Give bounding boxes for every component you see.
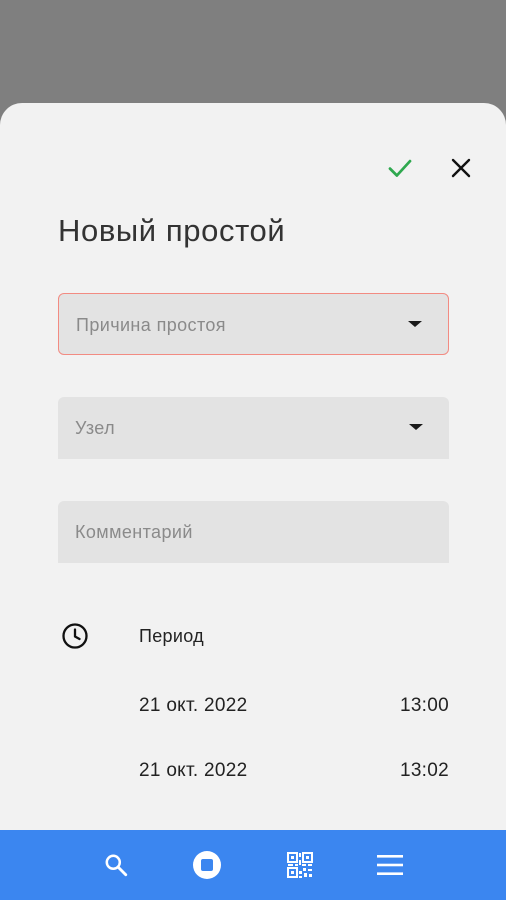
new-downtime-sheet: Новый простой Причина простоя Узел Комме… bbox=[0, 103, 506, 900]
node-label: Узел bbox=[75, 418, 115, 438]
check-icon bbox=[388, 159, 412, 177]
end-date[interactable]: 21 окт. 2022 bbox=[139, 759, 248, 783]
search-button[interactable] bbox=[94, 843, 138, 887]
node-select[interactable]: Узел bbox=[58, 397, 449, 459]
screen: Новый простой Причина простоя Узел Комме… bbox=[0, 0, 506, 900]
page-title: Новый простой bbox=[58, 213, 286, 248]
stop-icon bbox=[193, 851, 221, 879]
period-label: Период bbox=[139, 626, 204, 646]
confirm-button[interactable] bbox=[380, 148, 420, 188]
downtime-reason-label: Причина простоя bbox=[76, 315, 226, 335]
qr-scan-button[interactable] bbox=[278, 843, 322, 887]
menu-button[interactable] bbox=[368, 843, 412, 887]
dropdown-arrow-icon bbox=[409, 424, 423, 430]
search-icon bbox=[105, 854, 128, 877]
stop-button[interactable] bbox=[185, 843, 229, 887]
start-time[interactable]: 13:00 bbox=[400, 694, 449, 718]
downtime-reason-select[interactable]: Причина простоя bbox=[58, 293, 449, 355]
comment-label: Комментарий bbox=[75, 522, 193, 542]
comment-input[interactable]: Комментарий bbox=[58, 501, 449, 563]
menu-icon bbox=[377, 855, 403, 875]
dropdown-arrow-icon bbox=[408, 321, 422, 327]
clock-icon bbox=[62, 623, 88, 649]
qr-code-icon bbox=[287, 852, 313, 878]
close-button[interactable] bbox=[441, 148, 481, 188]
end-time[interactable]: 13:02 bbox=[400, 759, 449, 783]
start-date[interactable]: 21 окт. 2022 bbox=[139, 694, 248, 718]
close-icon bbox=[451, 158, 471, 178]
bottom-navigation bbox=[0, 830, 506, 900]
